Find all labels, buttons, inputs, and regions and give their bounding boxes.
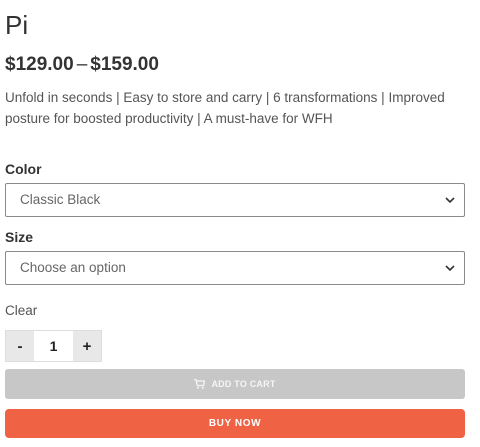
size-select[interactable]: Choose an option bbox=[5, 251, 465, 285]
product-description: Unfold in seconds | Easy to store and ca… bbox=[5, 90, 445, 126]
clear-link[interactable]: Clear bbox=[5, 303, 37, 318]
add-to-cart-label: ADD TO CART bbox=[211, 379, 276, 389]
buy-now-label: BUY NOW bbox=[208, 418, 262, 429]
price-high: $159.00 bbox=[90, 54, 159, 75]
quantity-stepper: - 1 + bbox=[5, 330, 102, 362]
color-select-value: Classic Black bbox=[20, 192, 101, 207]
cart-icon bbox=[194, 379, 206, 389]
color-select[interactable]: Classic Black bbox=[5, 183, 465, 217]
chevron-down-icon bbox=[445, 265, 455, 272]
color-label: Color bbox=[5, 161, 42, 177]
price-separator: – bbox=[76, 54, 88, 75]
quantity-decrease-button[interactable]: - bbox=[6, 331, 34, 361]
add-to-cart-button[interactable]: ADD TO CART bbox=[5, 369, 465, 399]
product-title: Pi bbox=[5, 10, 29, 40]
price-range: $129.00– $159.00 bbox=[5, 54, 159, 76]
size-select-value: Choose an option bbox=[20, 260, 126, 275]
quantity-increase-button[interactable]: + bbox=[73, 331, 101, 361]
size-label: Size bbox=[5, 229, 34, 245]
chevron-down-icon bbox=[445, 197, 455, 204]
quantity-input[interactable]: 1 bbox=[34, 331, 73, 361]
buy-now-button[interactable]: BUY NOW bbox=[5, 409, 465, 438]
price-low: $129.00 bbox=[5, 54, 74, 75]
